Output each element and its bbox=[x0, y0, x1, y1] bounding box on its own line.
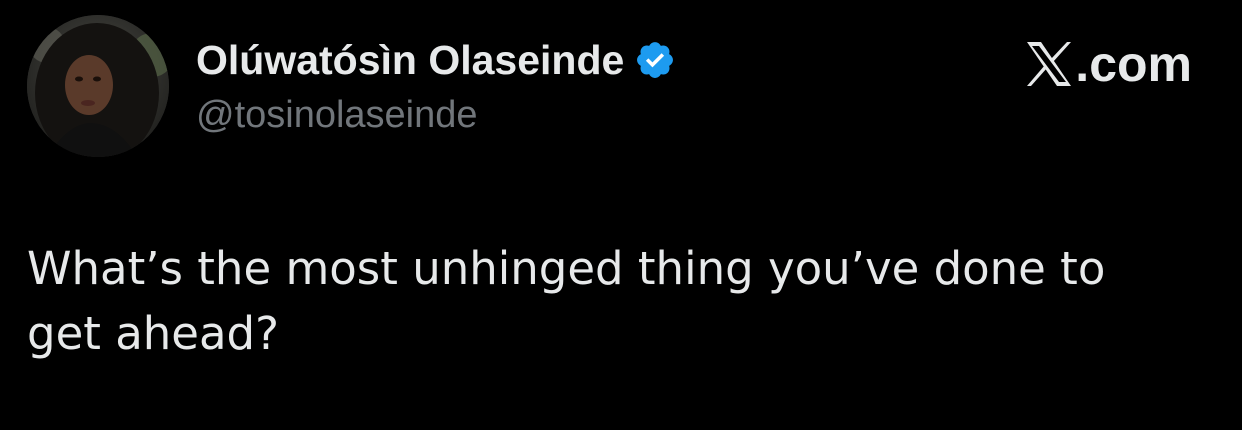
display-name[interactable]: Olúwatósìn Olaseinde bbox=[196, 37, 624, 84]
tweet-card: Olúwatósìn Olaseinde @tosinolaseinde .co… bbox=[0, 0, 1242, 430]
verified-badge-icon[interactable] bbox=[634, 39, 676, 81]
brand-domain-text: .com bbox=[1075, 36, 1192, 92]
brand-label: .com bbox=[1024, 36, 1192, 92]
user-handle[interactable]: @tosinolaseinde bbox=[196, 94, 676, 137]
tweet-author: Olúwatósìn Olaseinde @tosinolaseinde bbox=[196, 34, 676, 137]
x-logo-icon bbox=[1024, 40, 1074, 88]
tweet-text-line-1: What’s the most unhinged thing you’ve do… bbox=[27, 242, 1106, 295]
tweet-text-line-2: get ahead? bbox=[27, 307, 280, 360]
name-row: Olúwatósìn Olaseinde bbox=[196, 34, 676, 86]
tweet-text: What’s the most unhinged thing you’ve do… bbox=[27, 236, 1207, 366]
avatar[interactable] bbox=[27, 15, 169, 157]
profile-photo bbox=[27, 15, 169, 157]
